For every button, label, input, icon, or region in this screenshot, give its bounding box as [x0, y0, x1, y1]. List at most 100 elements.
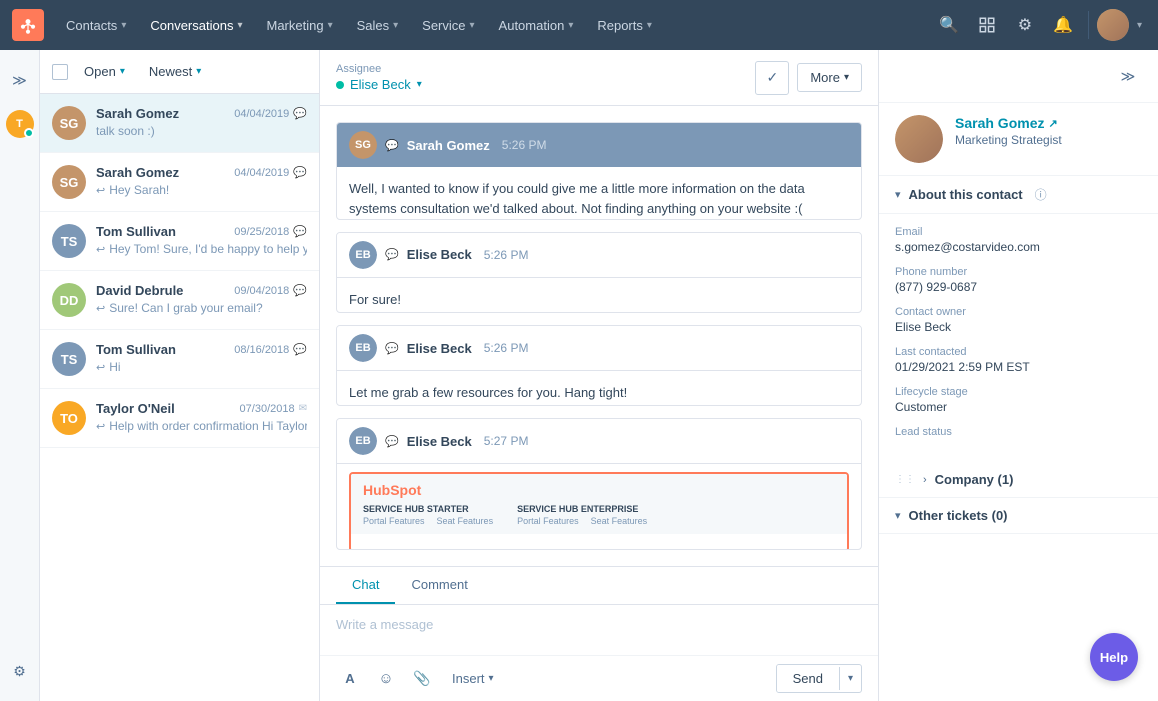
expand-panel-button[interactable]: ≫ [1114, 62, 1142, 90]
avatar: DD [52, 283, 86, 317]
list-item[interactable]: TS Tom Sullivan 08/16/2018 💬 ↩ Hi [40, 330, 319, 389]
list-item[interactable]: SG Sarah Gomez 04/04/2019 💬 ↩ Hey Sarah! [40, 153, 319, 212]
conv-item-date: 09/25/2018 [234, 226, 289, 238]
hubspot-logo[interactable] [12, 9, 44, 41]
newest-filter-button[interactable]: Newest ▾ [141, 60, 209, 83]
last-contacted-field-value: 01/29/2021 2:59 PM EST [895, 360, 1142, 374]
conv-item-content: Sarah Gomez 04/04/2019 💬 ↩ Hey Sarah! [96, 165, 307, 197]
user-avatar[interactable] [1097, 9, 1129, 41]
assignee-section: Assignee Elise Beck ▾ [336, 63, 743, 92]
message-sender-name: Elise Beck [407, 247, 472, 262]
avatar: SG [52, 165, 86, 199]
more-button[interactable]: More ▾ [797, 63, 862, 92]
tickets-section-chevron-icon: ▾ [895, 509, 901, 522]
company-section-title: Company (1) [935, 472, 1014, 487]
resolve-button[interactable]: ✓ [755, 61, 789, 95]
hubspot-card-col1: Portal Features [363, 516, 425, 526]
open-filter-button[interactable]: Open ▾ [76, 60, 133, 83]
message-sender-avatar: EB [349, 241, 377, 269]
nav-conversations[interactable]: Conversations ▾ [140, 12, 252, 39]
contact-name[interactable]: Sarah Gomez ↗ [955, 115, 1062, 131]
app-body: ≫ T ⚙ Open ▾ Newest ▾ SG S [0, 50, 1158, 701]
list-item[interactable]: TO Taylor O'Neil 07/30/2018 ✉ ↩ Help wit… [40, 389, 319, 448]
compose-input[interactable]: Write a message [320, 605, 878, 655]
message-body: For sure! [337, 278, 861, 313]
assignee-online-dot [336, 81, 344, 89]
search-button[interactable]: 🔍 [932, 8, 966, 42]
nav-service[interactable]: Service ▾ [412, 12, 484, 39]
message-header: EB 💬 Elise Beck 5:26 PM [337, 233, 861, 278]
hubspot-card-col2: Seat Features [437, 516, 494, 526]
list-item[interactable]: DD David Debrule 09/04/2018 💬 ↩ Sure! Ca… [40, 271, 319, 330]
conversation-list: Open ▾ Newest ▾ SG Sarah Gomez 04/04/201… [40, 50, 320, 701]
hubspot-logo-text: HubSpot [363, 482, 647, 498]
message-type-icon: 💬 [385, 342, 399, 355]
nav-contacts[interactable]: Contacts ▾ [56, 12, 136, 39]
conv-item-preview: ↩ Hey Tom! Sure, I'd be happy to help yo… [96, 242, 307, 256]
nav-reports[interactable]: Reports ▾ [587, 12, 662, 39]
user-avatar-image [1097, 9, 1129, 41]
tab-chat[interactable]: Chat [336, 567, 395, 604]
settings-button[interactable]: ⚙ [1008, 8, 1042, 42]
conv-item-content: Taylor O'Neil 07/30/2018 ✉ ↩ Help with o… [96, 401, 307, 433]
insert-button[interactable]: Insert ▾ [444, 667, 502, 690]
lifecycle-field-value: Customer [895, 400, 1142, 414]
message-bubble: EB 💬 Elise Beck 5:26 PM For sure! [336, 232, 862, 313]
contact-panel: ≫ Sarah Gomez ↗ Marketing Strategist ▾ A… [878, 50, 1158, 701]
conv-item-content: Tom Sullivan 08/16/2018 💬 ↩ Hi [96, 342, 307, 374]
conv-item-preview: ↩ Hi [96, 360, 307, 374]
contact-panel-header: ≫ [879, 50, 1158, 103]
list-item[interactable]: SG Sarah Gomez 04/04/2019 💬 talk soon :) [40, 94, 319, 153]
compose-toolbar: A ☺ 📎 Insert ▾ Send ▾ [320, 655, 878, 701]
list-item[interactable]: TS Tom Sullivan 09/25/2018 💬 ↩ Hey Tom! … [40, 212, 319, 271]
send-button[interactable]: Send [777, 665, 839, 692]
select-all-checkbox[interactable] [52, 64, 68, 80]
assignee-name-button[interactable]: Elise Beck ▾ [336, 77, 743, 92]
conv-item-date: 07/30/2018 [240, 403, 295, 415]
current-user-avatar-wrap: T [6, 110, 34, 138]
contact-avatar-image [895, 115, 943, 163]
messages-area: SG 💬 Sarah Gomez 5:26 PM Well, I wanted … [320, 106, 878, 566]
message-time: 5:26 PM [484, 341, 529, 355]
conversation-items: SG Sarah Gomez 04/04/2019 💬 talk soon :) [40, 94, 319, 701]
left-sidebar: ≫ T ⚙ [0, 50, 40, 701]
marketplace-button[interactable] [970, 8, 1004, 42]
message-header: EB 💬 Elise Beck 5:27 PM [337, 419, 861, 464]
chat-header: Assignee Elise Beck ▾ ✓ More ▾ [320, 50, 878, 106]
about-section-header[interactable]: ▾ About this contact ⓘ [879, 176, 1158, 214]
message-sender-avatar: EB [349, 334, 377, 362]
message-time: 5:26 PM [484, 248, 529, 262]
insert-chevron-icon: ▾ [489, 673, 494, 684]
hubspot-card-col3: Portal Features [517, 516, 579, 526]
emoji-button[interactable]: ☺ [372, 665, 400, 693]
hubspot-card-subtitle2: SERVICE HUB ENTERPRISE [517, 504, 647, 514]
tickets-section-title: Other tickets (0) [909, 508, 1008, 523]
conv-item-date: 04/04/2019 [234, 108, 289, 120]
nav-sales[interactable]: Sales ▾ [347, 12, 409, 39]
conv-item-preview: talk soon :) [96, 124, 307, 138]
external-link-icon: ↗ [1048, 117, 1057, 130]
newest-filter-chevron-icon: ▾ [196, 66, 201, 77]
nav-automation[interactable]: Automation ▾ [489, 12, 584, 39]
help-button[interactable]: Help [1090, 633, 1138, 681]
about-info-icon: ⓘ [1035, 186, 1047, 203]
owner-field-row: Contact owner Elise Beck [895, 306, 1142, 334]
collapse-sidebar-button[interactable]: ≫ [6, 66, 34, 94]
tab-comment[interactable]: Comment [395, 567, 483, 604]
message-sender-name: Elise Beck [407, 434, 472, 449]
assignee-label: Assignee [336, 63, 743, 75]
attach-button[interactable]: 📎 [408, 665, 436, 693]
user-menu-chevron[interactable]: ▾ [1133, 16, 1146, 35]
last-contacted-field-row: Last contacted 01/29/2021 2:59 PM EST [895, 346, 1142, 374]
sidebar-settings-button[interactable]: ⚙ [6, 657, 34, 685]
bold-text-button[interactable]: A [336, 665, 364, 693]
nav-marketing[interactable]: Marketing ▾ [256, 12, 342, 39]
tickets-section-header[interactable]: ▾ Other tickets (0) [879, 498, 1158, 534]
company-section-header[interactable]: ⋮⋮ › Company (1) [879, 462, 1158, 498]
send-dropdown-button[interactable]: ▾ [839, 667, 861, 690]
lifecycle-field-row: Lifecycle stage Customer [895, 386, 1142, 414]
notifications-button[interactable]: 🔔 [1046, 8, 1080, 42]
conv-item-preview: ↩ Sure! Can I grab your email? [96, 301, 307, 315]
hubspot-card-logo-area: HubSpot SERVICE HUB STARTER Portal Featu… [351, 474, 847, 534]
lead-status-field-row: Lead status [895, 426, 1142, 438]
